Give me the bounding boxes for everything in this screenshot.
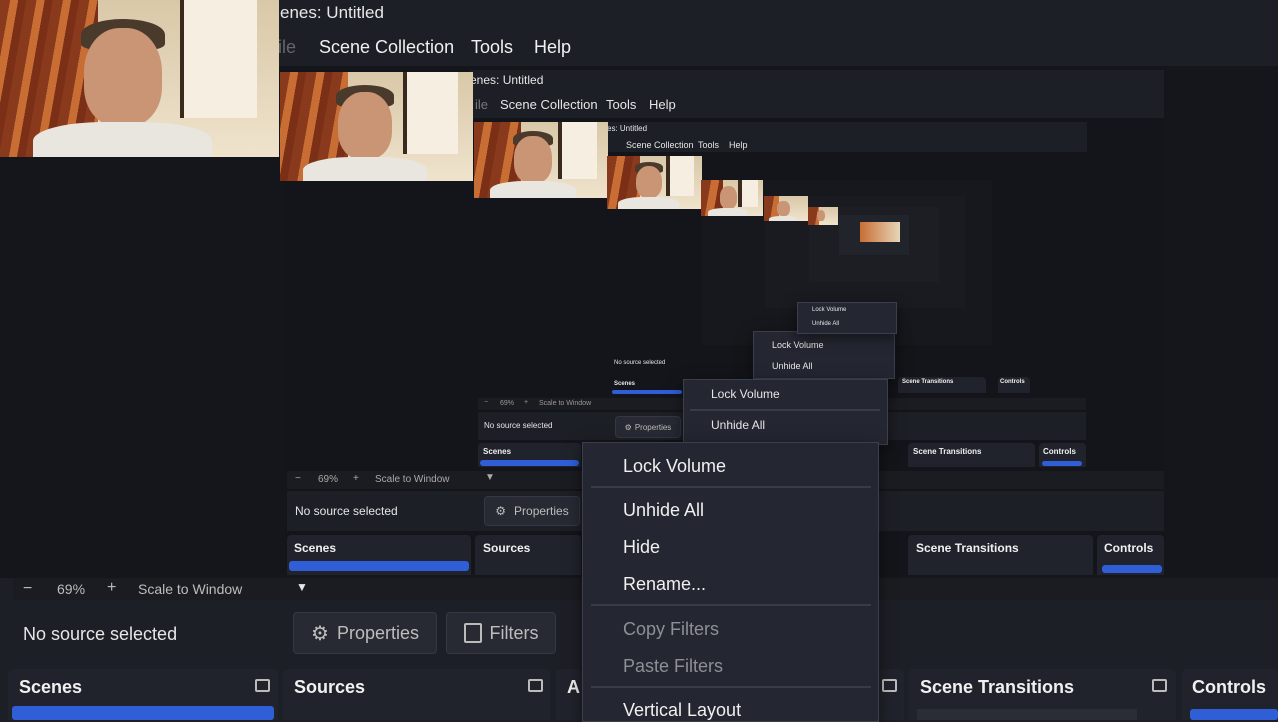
menu-scene-collection[interactable]: Scene Collection (319, 37, 454, 58)
nested-menu-scene-collection-1: Scene Collection (500, 97, 598, 112)
nested-menu-tools-2: Tools (698, 140, 720, 150)
nested-scenes-3: Scenes (614, 381, 636, 387)
menu-item-vertical-layout[interactable]: Vertical Layout (623, 700, 741, 721)
nested-sources-dock-1: Sources (475, 535, 581, 575)
start-streaming-button[interactable] (1190, 709, 1278, 720)
nested-status-3: No source selected (614, 360, 666, 366)
sources-dock: Sources (283, 669, 550, 720)
webcam-image (0, 0, 279, 157)
nested-transitions-dock-3: Scene Transitions (898, 377, 986, 393)
nested-context-menu-4: Lock Volume Unhide All (797, 302, 897, 334)
undock-icon[interactable] (255, 679, 270, 692)
context-menu: Lock Volume Unhide All Hide Rename... Co… (582, 442, 879, 722)
menu-tools[interactable]: Tools (471, 37, 513, 58)
source-status: No source selected (23, 624, 178, 644)
filters-button[interactable]: Filters (446, 612, 556, 654)
nested-menu-help-1: Help (649, 97, 676, 112)
scenes-dock-title: Scenes (19, 677, 83, 697)
zoom-out-button[interactable]: − (23, 580, 32, 598)
nested-webcam-7 (860, 222, 900, 242)
undock-icon[interactable] (1152, 679, 1167, 692)
chevron-down-icon[interactable]: ▼ (296, 580, 308, 594)
scene-transitions-dock: Scene Transitions (909, 669, 1176, 720)
nested-menu-help-2: Help (729, 140, 748, 150)
zoom-level: 69% (57, 581, 86, 597)
scene-list-item[interactable] (12, 706, 274, 720)
nested-transitions-dock-1: Scene Transitions (908, 535, 1093, 575)
zoom-in-button[interactable]: + (107, 579, 116, 597)
menu-item-paste-filters[interactable]: Paste Filters (623, 656, 723, 677)
menu-item-lock-volume[interactable]: Lock Volume (623, 456, 726, 477)
nested-context-menu-2: Lock Volume Unhide All (683, 379, 888, 445)
menu-file[interactable]: ile (278, 37, 296, 58)
nested-context-menu-3: Lock Volume Unhide All (753, 331, 895, 379)
nested-webcam-3 (607, 156, 702, 209)
nested-webcam-4 (701, 180, 763, 216)
nested-scenes-dock-2: Scenes (478, 443, 581, 467)
audio-dock-title: A (567, 677, 580, 697)
undock-icon[interactable] (528, 679, 543, 692)
controls-dock: Controls (1182, 669, 1278, 720)
nested-menu-file-1: ile (475, 97, 489, 112)
menu-item-unhide-all[interactable]: Unhide All (623, 500, 704, 521)
menu-item-rename[interactable]: Rename... (623, 574, 706, 595)
menu-item-copy-filters[interactable]: Copy Filters (623, 619, 719, 640)
nested-transitions-dock-2: Scene Transitions (908, 443, 1035, 467)
nested-title-2: es: Untitled (607, 124, 648, 133)
nested-scene-selected-3 (612, 390, 682, 394)
menu-help[interactable]: Help (534, 37, 571, 58)
nested-controls-dock-2: Controls (1039, 443, 1086, 467)
audio-dock-right-edge (878, 669, 904, 720)
menu-item-hide[interactable]: Hide (623, 537, 660, 558)
nested-webcam-2 (474, 122, 608, 198)
sources-dock-title: Sources (294, 677, 366, 697)
scenes-dock: Scenes (8, 669, 278, 720)
filters-icon (463, 623, 482, 643)
controls-dock-title: Controls (1192, 677, 1266, 697)
transition-select[interactable] (917, 709, 1137, 720)
nested-menu-tools-1: Tools (606, 97, 637, 112)
properties-button[interactable]: ⚙ Properties (293, 612, 437, 654)
nested-webcam-5 (764, 196, 808, 221)
nested-webcam-6 (808, 207, 838, 225)
nested-controls-dock-1: Controls (1097, 535, 1164, 575)
audio-mixer-dock: A (556, 669, 582, 720)
window-title: enes: Untitled (280, 3, 384, 22)
nested-menu-scene-collection-2: Scene Collection (626, 140, 694, 150)
nested-controls-dock-3: Controls (998, 377, 1030, 393)
nested-title-1: enes: Untitled (470, 73, 544, 87)
gear-icon: ⚙ (311, 622, 329, 645)
nested-webcam-1 (280, 72, 473, 181)
transitions-dock-title: Scene Transitions (920, 677, 1075, 697)
nested-scenes-dock-1: Scenes (287, 535, 471, 575)
undock-icon[interactable] (882, 679, 897, 692)
scale-mode-select[interactable]: Scale to Window (138, 581, 242, 597)
